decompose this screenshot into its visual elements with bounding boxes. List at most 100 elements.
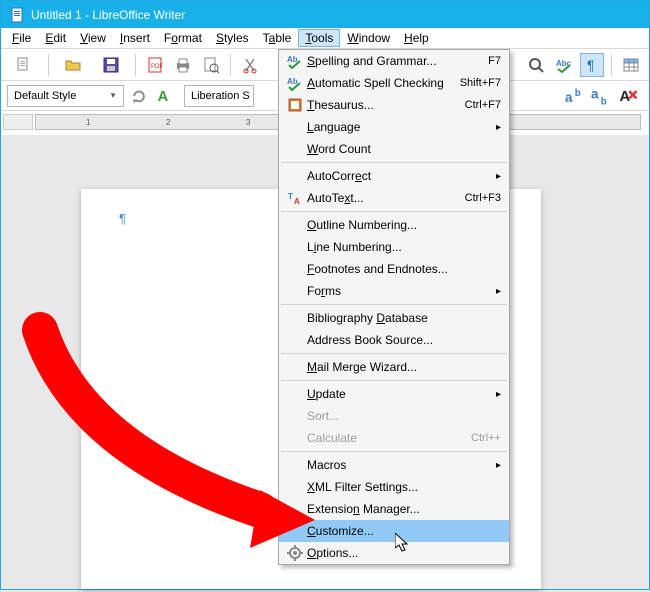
find-button[interactable] <box>524 53 548 77</box>
menu-item[interactable]: Options... <box>279 542 509 564</box>
spellcheck-button[interactable]: Abc <box>552 53 576 77</box>
svg-text:Ab: Ab <box>287 55 298 64</box>
menu-help[interactable]: Help <box>397 29 436 47</box>
menu-separator <box>281 451 507 452</box>
menu-separator <box>281 353 507 354</box>
document-icon <box>9 7 25 23</box>
menu-item[interactable]: AutoCorrect▸ <box>279 165 509 187</box>
menu-item[interactable]: Thesaurus...Ctrl+F7 <box>279 94 509 116</box>
menu-insert[interactable]: Insert <box>113 29 157 47</box>
menu-shortcut: F7 <box>488 55 501 67</box>
menu-separator <box>281 162 507 163</box>
svg-text:A: A <box>294 197 300 206</box>
menu-item-label: XML Filter Settings... <box>307 480 501 494</box>
separator <box>611 54 612 76</box>
menu-item-label: Mail Merge Wizard... <box>307 360 501 374</box>
font-name-value: Liberation S <box>191 90 250 102</box>
menu-shortcut: Ctrl+F7 <box>465 99 501 111</box>
menu-item-label: Language <box>307 120 490 134</box>
menu-view[interactable]: View <box>73 29 113 47</box>
print-button[interactable] <box>171 53 195 77</box>
svg-text:Ab: Ab <box>287 77 298 86</box>
separator <box>230 54 231 76</box>
menu-item[interactable]: Word Count <box>279 138 509 160</box>
svg-text:b: b <box>575 88 581 99</box>
menu-item[interactable]: XML Filter Settings... <box>279 476 509 498</box>
menu-item-label: AutoText... <box>307 191 457 205</box>
menu-item[interactable]: Update ▸ <box>279 383 509 405</box>
menu-item[interactable]: Ab Spelling and Grammar... F7 <box>279 50 509 72</box>
clear-formatting-button[interactable]: A <box>617 85 639 107</box>
menu-format[interactable]: Format <box>157 29 209 47</box>
paragraph-style-combo[interactable]: Default Style ▾ <box>7 85 124 107</box>
menu-item[interactable]: Outline Numbering... <box>279 214 509 236</box>
abc-check-icon: Ab <box>283 75 307 91</box>
menu-file[interactable]: File <box>5 29 38 47</box>
title-bar: Untitled 1 - LibreOffice Writer <box>1 1 649 28</box>
window-title: Untitled 1 - LibreOffice Writer <box>31 8 185 22</box>
menu-item[interactable]: Address Book Source... <box>279 329 509 351</box>
new-style-button[interactable]: A <box>154 85 176 107</box>
ruler-corner <box>3 114 33 130</box>
subscript-button[interactable]: ab <box>591 85 613 107</box>
menu-edit[interactable]: Edit <box>38 29 73 47</box>
submenu-arrow-icon: ▸ <box>496 389 501 400</box>
gear-icon <box>283 545 307 561</box>
menu-item: Sort... <box>279 405 509 427</box>
svg-text:A: A <box>619 88 630 104</box>
svg-text:¶: ¶ <box>587 57 595 73</box>
ruler-tick: 2 <box>166 118 170 127</box>
menu-item-label: Automatic Spell Checking <box>307 76 452 90</box>
menu-item[interactable]: Ab Automatic Spell Checking Shift+F7 <box>279 72 509 94</box>
menu-item[interactable]: Bibliography Database <box>279 307 509 329</box>
menu-shortcut: Shift+F7 <box>460 77 501 89</box>
font-name-combo[interactable]: Liberation S <box>184 85 254 107</box>
app-window: Untitled 1 - LibreOffice Writer File Edi… <box>0 0 650 590</box>
menu-separator <box>281 380 507 381</box>
print-preview-button[interactable] <box>199 53 223 77</box>
cut-button[interactable] <box>238 53 262 77</box>
insert-table-button[interactable] <box>619 53 643 77</box>
menu-item[interactable]: Customize... <box>279 520 509 542</box>
menu-item[interactable]: Mail Merge Wizard... <box>279 356 509 378</box>
menu-item-label: Outline Numbering... <box>307 218 501 232</box>
menu-item[interactable]: Macros ▸ <box>279 454 509 476</box>
menu-table[interactable]: Table <box>256 29 299 47</box>
menu-item-label: Update <box>307 387 490 401</box>
menu-item[interactable]: Footnotes and Endnotes... <box>279 258 509 280</box>
submenu-arrow-icon: ▸ <box>496 122 501 133</box>
menu-separator <box>281 211 507 212</box>
menu-item-label: Options... <box>307 546 501 560</box>
svg-text:a: a <box>591 86 599 101</box>
menu-styles[interactable]: Styles <box>209 29 256 47</box>
svg-text:T: T <box>288 192 293 201</box>
menu-item-label: Spelling and Grammar... <box>307 54 480 68</box>
menu-item[interactable]: TAAutoText...Ctrl+F3 <box>279 187 509 209</box>
menu-window[interactable]: Window <box>340 29 397 47</box>
menu-item-label: Line Numbering... <box>307 240 501 254</box>
open-button[interactable] <box>56 53 90 77</box>
save-button[interactable] <box>94 53 128 77</box>
menu-item[interactable]: Language ▸ <box>279 116 509 138</box>
menu-shortcut: Ctrl++ <box>471 432 501 444</box>
menu-item: CalculateCtrl++ <box>279 427 509 449</box>
menu-item-label: Bibliography Database <box>307 311 501 325</box>
menu-item-label: Extension Manager... <box>307 502 501 516</box>
menu-item[interactable]: Extension Manager... <box>279 498 509 520</box>
submenu-arrow-icon: ▸ <box>496 286 501 297</box>
export-pdf-button[interactable]: PDF <box>143 53 167 77</box>
menu-item[interactable]: Line Numbering... <box>279 236 509 258</box>
menu-item-label: Forms <box>307 284 490 298</box>
menu-item[interactable]: Forms ▸ <box>279 280 509 302</box>
update-style-button[interactable] <box>128 85 150 107</box>
abc-check-icon: Ab <box>283 53 307 69</box>
formatting-marks-button[interactable]: ¶ <box>580 53 604 77</box>
new-doc-button[interactable] <box>7 53 41 77</box>
superscript-button[interactable]: ab <box>565 85 587 107</box>
svg-text:b: b <box>601 96 607 106</box>
ruler-tick: 3 <box>246 118 250 127</box>
submenu-arrow-icon: ▸ <box>496 460 501 471</box>
menu-item-label: Word Count <box>307 142 501 156</box>
menu-tools[interactable]: Tools <box>298 29 340 47</box>
menu-item-label: Macros <box>307 458 490 472</box>
